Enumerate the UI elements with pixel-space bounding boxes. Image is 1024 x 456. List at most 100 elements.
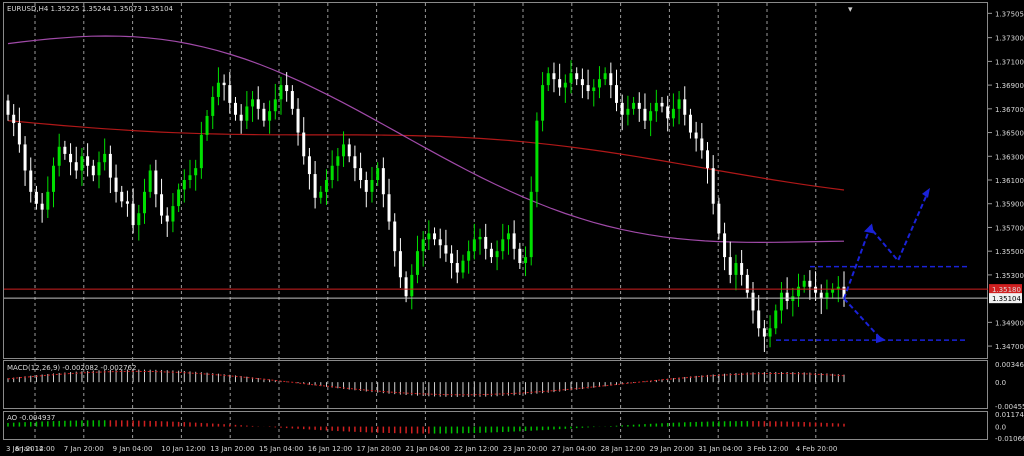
candle [262,102,266,127]
price-axis: 1.37505 1.37300 1.37100 1.36900 1.36700 1.365… [988,10,1024,443]
price-tick-label: 1.37505 [995,10,1024,18]
candle [649,102,653,137]
candle [626,95,630,126]
candle-body [69,153,73,163]
bearish-arrowhead [876,334,886,344]
bullish-arrowhead [922,187,930,198]
candle-body [751,292,755,311]
candle-body [46,191,50,210]
candle-body [535,120,539,192]
candle [17,107,21,153]
candle [632,96,636,115]
candle-body [597,79,601,88]
candle [688,108,692,139]
candle-body [142,191,146,214]
candle [757,295,761,337]
candle [552,62,556,93]
candle [148,164,152,198]
time-tick-label: 22 Jan 12:00 [454,445,498,453]
price-tick-label: 1.36100 [995,177,1024,185]
candle-body [677,99,681,109]
candle [501,223,505,260]
candle [205,110,209,141]
candle-body [421,239,425,252]
candle-body [410,274,414,297]
candle-body [199,134,203,169]
candle-body [57,146,61,166]
main-header: EURUSD,H4 1.35225 1.35244 1.35073 1.3510… [7,5,174,13]
time-tick-label: 17 Jan 20:00 [357,445,401,453]
candle [711,155,715,215]
candle-body [529,191,533,258]
candle-body [381,168,385,195]
candle-body [233,102,237,115]
candle-body [649,111,653,121]
candle [268,100,272,134]
price-tick-label: 1.36500 [995,130,1024,138]
candle [319,185,323,204]
ao-pane [3,411,988,440]
candle [177,183,181,213]
candle-body [273,99,277,112]
price-tick-label: 1.35900 [995,201,1024,209]
price-tick-label: 1.35300 [995,272,1024,280]
candle [120,185,124,208]
candle-body [86,156,90,166]
candle [785,277,789,310]
candle-body [467,251,471,261]
candle [364,171,368,208]
candle-body [285,85,289,92]
candle-body [353,156,357,169]
candle-body [433,233,437,240]
time-tick-label: 28 Jan 12:00 [601,445,645,453]
collapse-caret-icon[interactable]: ▾ [848,5,853,15]
candle [609,62,613,99]
macd-header: MACD(12,26,9) -0.002082 -0.002762 [7,364,136,372]
candle-body [546,73,550,86]
candle [728,241,732,284]
candle-body [23,144,27,171]
candle-body [666,106,670,119]
candle [654,89,658,122]
candle [717,197,721,240]
candle [165,207,169,237]
candle-body [757,310,761,329]
candle-body [359,168,363,180]
candle [63,140,67,160]
bullish-projection-arrow [843,191,929,299]
candle-body [808,280,812,287]
candle-body [654,102,658,112]
candle [814,271,818,301]
candle [706,142,710,184]
candle [12,104,16,137]
ao-tick-label: -0.010666 [995,435,1024,443]
candle-body [455,263,459,273]
candle-body [615,85,619,103]
candle-body [683,99,687,115]
candle-body [268,111,272,121]
candle [660,96,664,113]
candle-body [575,73,579,80]
candle-body [188,175,192,180]
candle [427,220,431,250]
time-tick-label: 10 Jan 12:00 [161,445,205,453]
candle [677,91,681,125]
candle-body [768,328,772,337]
candle-body [558,79,562,88]
candle [239,104,243,134]
candle-body [216,82,220,97]
candle [29,157,33,203]
candle [69,143,73,176]
candle [478,228,482,255]
candle-body [177,189,181,207]
candle [762,319,766,352]
time-tick-label: 31 Jan 04:00 [698,445,742,453]
price-tick-label: 1.36900 [995,82,1024,90]
candle-body [472,239,476,252]
candle [535,112,539,208]
candle-body [17,123,21,145]
candle [91,159,95,182]
grid-layer [34,3,817,439]
time-tick-label: 21 Jan 04:00 [405,445,449,453]
candle-body [785,292,789,301]
